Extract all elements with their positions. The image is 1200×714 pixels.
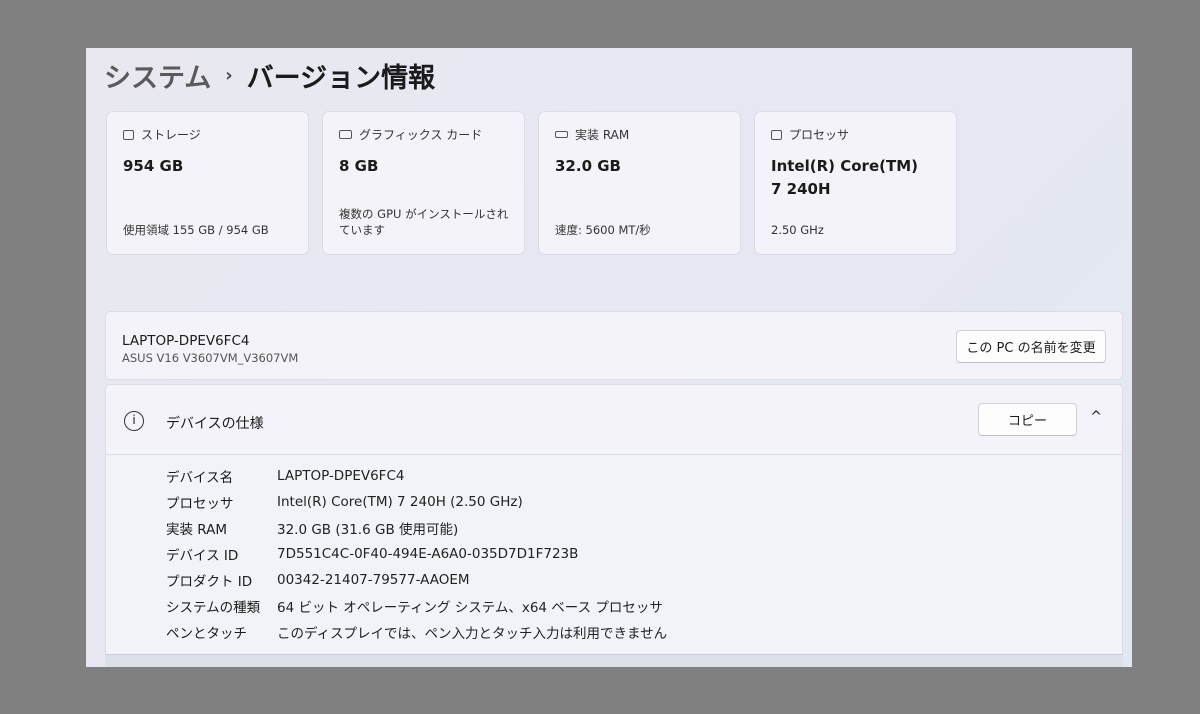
info-icon: i (124, 411, 144, 431)
spec-value: Intel(R) Core(TM) 7 240H (2.50 GHz) (277, 494, 523, 510)
spec-row: システムの種類 64 ビット オペレーティング システム、x64 ベース プロセッ… (166, 593, 1122, 619)
card-sub: 使用領域 155 GB / 954 GB (123, 223, 269, 237)
spec-value: このディスプレイでは、ペン入力とタッチ入力は利用できません (277, 626, 668, 642)
settings-window: システム › バージョン情報 ストレージ 954 GB 使用領域 155 GB … (86, 48, 1132, 667)
device-model: ASUS V16 V3607VM_V3607VM (122, 351, 299, 365)
ram-card[interactable]: 実装 RAM 32.0 GB 速度: 5600 MT/秒 (538, 111, 741, 255)
card-value: 32.0 GB (555, 157, 621, 175)
storage-icon (123, 129, 134, 140)
spec-rows: デバイス名 LAPTOP-DPEV6FC4 プロセッサ Intel(R) Core(… (106, 455, 1122, 654)
card-value: 954 GB (123, 157, 184, 175)
card-sub: 2.50 GHz (771, 223, 824, 237)
device-name-panel: LAPTOP-DPEV6FC4 ASUS V16 V3607VM_V3607VM… (105, 311, 1123, 380)
card-sub: 速度: 5600 MT/秒 (555, 223, 651, 237)
copy-button[interactable]: コピー (978, 403, 1077, 436)
card-value: Intel(R) Core(TM) 7 240H (771, 157, 918, 198)
card-label: ストレージ (141, 128, 201, 142)
spec-key: システムの種類 (166, 600, 261, 616)
next-section-edge (105, 654, 1123, 667)
chevron-right-icon: › (225, 65, 233, 86)
storage-card[interactable]: ストレージ 954 GB 使用領域 155 GB / 954 GB (106, 111, 309, 255)
chevron-up-icon[interactable]: ^ (1090, 409, 1102, 425)
device-specs-header[interactable]: i デバイスの仕様 コピー ^ (106, 385, 1122, 455)
breadcrumb: システム › バージョン情報 (104, 56, 435, 95)
page-title: バージョン情報 (246, 63, 436, 94)
spec-row: デバイス名 LAPTOP-DPEV6FC4 (166, 463, 1122, 489)
spec-value: 00342-21407-79577-AAOEM (277, 572, 470, 588)
spec-key: デバイス ID (166, 548, 239, 564)
spec-row: ペンとタッチ このディスプレイでは、ペン入力とタッチ入力は利用できません (166, 619, 1122, 645)
ram-icon (555, 131, 568, 138)
card-label: プロセッサ (789, 128, 850, 142)
spec-row: プロセッサ Intel(R) Core(TM) 7 240H (2.50 GHz) (166, 489, 1122, 515)
spec-row: 実装 RAM 32.0 GB (31.6 GB 使用可能) (166, 515, 1122, 541)
spec-key: 実装 RAM (166, 522, 228, 538)
graphics-card-icon (339, 130, 352, 139)
graphics-card-card[interactable]: グラフィックス カード 8 GB 複数の GPU がインストールされています (322, 111, 525, 255)
device-specs-section: i デバイスの仕様 コピー ^ デバイス名 LAPTOP-DPEV6FC4 プロセ… (105, 384, 1123, 667)
spec-key: プロセッサ (166, 496, 234, 512)
spec-value: 64 ビット オペレーティング システム、x64 ベース プロセッサ (277, 600, 663, 616)
spec-row: プロダクト ID 00342-21407-79577-AAOEM (166, 567, 1122, 593)
processor-card[interactable]: プロセッサ Intel(R) Core(TM) 7 240H 2.50 GHz (754, 111, 957, 255)
card-sub: 複数の GPU がインストールされています (339, 207, 509, 237)
spec-key: プロダクト ID (166, 574, 253, 590)
spec-value: 32.0 GB (31.6 GB 使用可能) (277, 522, 459, 538)
spec-value: 7D551C4C-0F40-494E-A6A0-035D7D1F723B (277, 546, 579, 562)
card-label: 実装 RAM (575, 128, 630, 142)
spec-key: デバイス名 (166, 470, 234, 486)
device-specs-title: デバイスの仕様 (166, 416, 264, 432)
spec-key: ペンとタッチ (166, 626, 247, 642)
rename-pc-button[interactable]: この PC の名前を変更 (956, 330, 1106, 363)
breadcrumb-system-link[interactable]: システム (104, 56, 211, 95)
card-value: 8 GB (339, 157, 379, 175)
processor-icon (771, 129, 782, 140)
device-name: LAPTOP-DPEV6FC4 (122, 333, 250, 349)
card-label: グラフィックス カード (359, 128, 483, 142)
spec-value: LAPTOP-DPEV6FC4 (277, 468, 405, 484)
spec-row: デバイス ID 7D551C4C-0F40-494E-A6A0-035D7D1F7… (166, 541, 1122, 567)
